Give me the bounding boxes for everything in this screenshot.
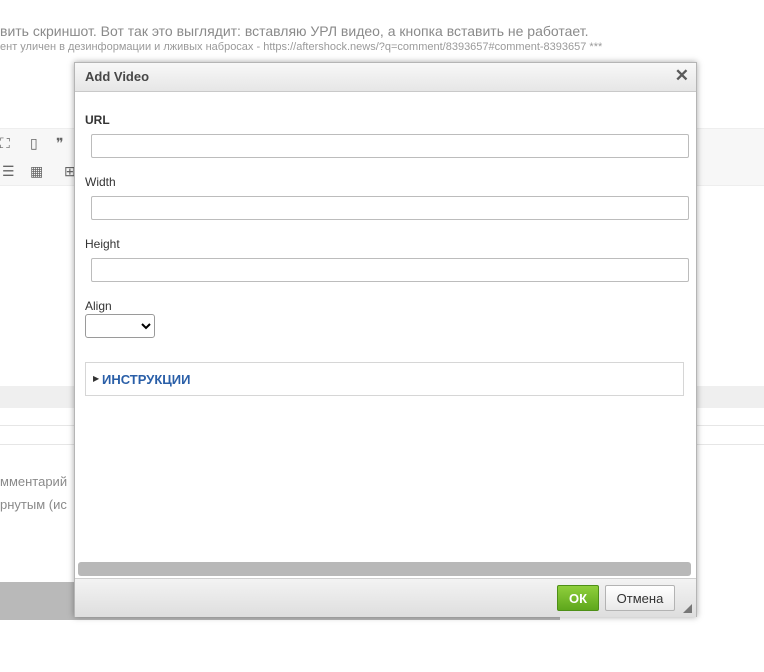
- blockquote-icon[interactable]: ❞: [56, 135, 64, 151]
- maximize-icon[interactable]: ⛶: [0, 135, 10, 151]
- width-input[interactable]: [91, 196, 689, 220]
- background-post-text: вить скриншот. Вот так это выглядит: вст…: [0, 23, 589, 39]
- background-signature-text: ент уличен в дезинформации и лживых набр…: [0, 41, 603, 53]
- resize-grip-icon[interactable]: [683, 604, 692, 613]
- background-comment-hint: рнутым (ис: [0, 497, 67, 512]
- width-label: Width: [85, 175, 116, 189]
- background-comment-label: мментарий: [0, 474, 68, 489]
- url-input[interactable]: [91, 134, 689, 158]
- dialog-title: Add Video: [85, 69, 150, 84]
- add-video-dialog: Add Video ✕ URL Width Height Align ▶ ИНС…: [74, 62, 697, 617]
- table-icon[interactable]: ▦: [30, 163, 43, 179]
- instructions-panel[interactable]: ▶ ИНСТРУКЦИИ: [85, 362, 684, 396]
- ok-button[interactable]: ОК: [557, 585, 599, 611]
- horizontal-scrollbar[interactable]: [78, 562, 691, 576]
- dialog-header[interactable]: Add Video ✕: [75, 63, 696, 92]
- dialog-footer: ОК Отмена: [75, 578, 696, 617]
- instructions-link[interactable]: ИНСТРУКЦИИ: [102, 372, 190, 387]
- cancel-button[interactable]: Отмена: [605, 585, 675, 611]
- align-label: Align: [85, 299, 112, 313]
- url-label: URL: [85, 113, 110, 127]
- bulleted-list-icon[interactable]: ☰: [2, 163, 15, 179]
- height-label: Height: [85, 237, 120, 251]
- expand-arrow-icon[interactable]: ▶: [93, 374, 99, 383]
- align-select[interactable]: [85, 314, 155, 338]
- close-icon[interactable]: ✕: [675, 66, 689, 86]
- show-blocks-icon[interactable]: ▯: [30, 135, 38, 151]
- height-input[interactable]: [91, 258, 689, 282]
